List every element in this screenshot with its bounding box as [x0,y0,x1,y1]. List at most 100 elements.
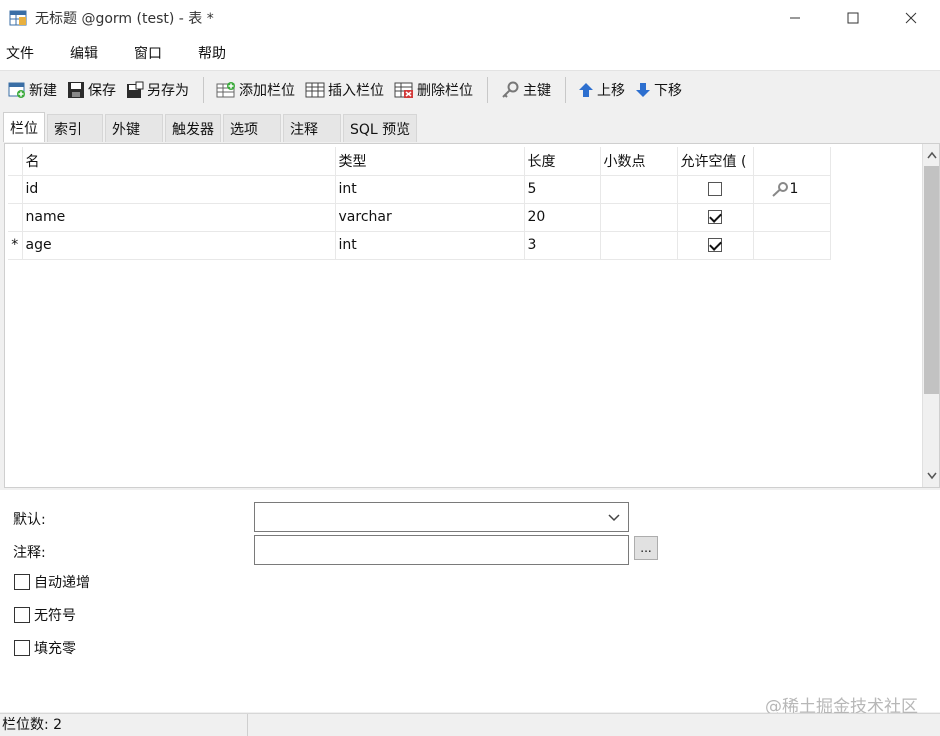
tab-indexes[interactable]: 索引 [47,114,103,142]
save-as-button[interactable]: 另存为 [122,76,193,104]
tab-strip: 栏位 索引 外键 触发器 选项 注释 SQL 预览 [0,110,940,142]
chevron-down-icon [608,514,620,522]
delete-column-icon [394,82,413,98]
cell-key[interactable] [753,203,831,232]
insert-column-icon [305,82,325,98]
nullable-checkbox[interactable] [708,182,722,196]
nullable-checkbox[interactable] [708,238,722,252]
tab-comments[interactable]: 注释 [283,114,341,142]
cell-nullable[interactable] [677,175,754,204]
window-title: 无标题 @gorm (test) - 表 * [35,11,214,27]
cell-type[interactable]: int [335,231,525,260]
default-label: 默认: [13,512,46,528]
table-app-icon [9,10,27,26]
maximize-button[interactable] [824,0,882,36]
save-as-icon [127,81,144,98]
header-name[interactable]: 名 [22,147,336,176]
move-down-button[interactable]: 下移 [631,76,686,104]
arrow-down-icon [636,83,650,97]
auto-increment-option[interactable]: 自动递增 [14,572,90,592]
key-order: 1 [789,181,799,197]
unsigned-checkbox[interactable] [14,607,30,623]
delete-column-label: 删除栏位 [417,83,473,99]
cell-type[interactable]: int [335,175,525,204]
cell-decimal[interactable] [600,175,678,204]
save-icon [68,82,84,98]
comment-editor-button[interactable]: ... [634,536,658,560]
cell-name[interactable]: age [22,231,336,260]
zerofill-checkbox[interactable] [14,640,30,656]
cell-decimal[interactable] [600,203,678,232]
move-down-label: 下移 [654,83,682,99]
header-length[interactable]: 长度 [524,147,601,176]
cell-key[interactable] [753,231,831,260]
menu-edit[interactable]: 编辑 [62,43,106,63]
default-select[interactable] [254,502,629,532]
menu-file[interactable]: 文件 [0,43,42,63]
cell-length[interactable]: 3 [524,231,601,260]
toolbar-separator [203,77,204,103]
title-bar: 无标题 @gorm (test) - 表 * [0,0,940,36]
tab-triggers[interactable]: 触发器 [165,114,221,142]
column-count: 栏位数: 2 [0,713,248,736]
cell-nullable[interactable] [677,203,754,232]
key-icon [502,81,519,98]
table-row[interactable]: * age int 3 [8,231,831,260]
cell-name[interactable]: id [22,175,336,204]
cell-nullable[interactable] [677,231,754,260]
row-marker: * [8,231,23,260]
unsigned-option[interactable]: 无符号 [14,605,76,625]
comment-input[interactable] [254,535,629,565]
insert-column-label: 插入栏位 [328,83,384,99]
table-row[interactable]: id int 5 1 [8,175,831,204]
tab-options[interactable]: 选项 [223,114,281,142]
nullable-checkbox[interactable] [708,210,722,224]
row-marker [8,203,23,232]
scroll-down-button[interactable] [923,467,940,485]
key-icon [771,182,788,197]
tab-foreign-keys[interactable]: 外键 [105,114,163,142]
cell-name[interactable]: name [22,203,336,232]
zerofill-label: 填充零 [34,641,76,657]
delete-column-button[interactable]: 删除栏位 [390,76,477,104]
cell-length[interactable]: 5 [524,175,601,204]
comment-label: 注释: [13,545,46,561]
move-up-button[interactable]: 上移 [574,76,629,104]
header-nullable[interactable]: 允许空值 ( [677,147,754,176]
minimize-icon [790,17,800,19]
cell-key[interactable]: 1 [753,175,831,204]
menu-help[interactable]: 帮助 [190,43,234,63]
auto-increment-checkbox[interactable] [14,574,30,590]
tab-columns[interactable]: 栏位 [3,112,45,142]
add-column-button[interactable]: 添加栏位 [212,76,299,104]
move-up-label: 上移 [597,83,625,99]
cell-type[interactable]: varchar [335,203,525,232]
column-properties-panel: 默认: 注释: ... 自动递增 无符号 填充零 [0,490,940,712]
new-button[interactable]: 新建 [4,76,61,104]
menu-bar: 文件 编辑 窗口 帮助 [0,36,940,71]
primary-key-button[interactable]: 主键 [496,76,555,104]
minimize-button[interactable] [766,0,824,36]
new-label: 新建 [29,83,57,99]
add-column-icon [216,82,235,98]
header-key[interactable] [753,147,831,176]
scroll-up-button[interactable] [923,146,940,164]
header-type[interactable]: 类型 [335,147,525,176]
tab-sql-preview[interactable]: SQL 预览 [343,114,418,142]
columns-table: 名 类型 长度 小数点 允许空值 ( id int 5 1 name varch… [8,147,831,260]
table-row[interactable]: name varchar 20 [8,203,831,232]
zerofill-option[interactable]: 填充零 [14,638,76,658]
header-decimal[interactable]: 小数点 [600,147,678,176]
insert-column-button[interactable]: 插入栏位 [301,76,388,104]
cell-length[interactable]: 20 [524,203,601,232]
menu-window[interactable]: 窗口 [126,43,170,63]
maximize-icon [847,12,859,24]
cell-decimal[interactable] [600,231,678,260]
auto-increment-label: 自动递增 [34,575,90,591]
scrollbar-thumb[interactable] [924,166,939,394]
vertical-scrollbar[interactable] [922,144,939,487]
save-button[interactable]: 保存 [63,76,120,104]
row-marker-header [8,147,23,176]
close-button[interactable] [882,0,940,36]
save-as-label: 另存为 [147,83,189,99]
